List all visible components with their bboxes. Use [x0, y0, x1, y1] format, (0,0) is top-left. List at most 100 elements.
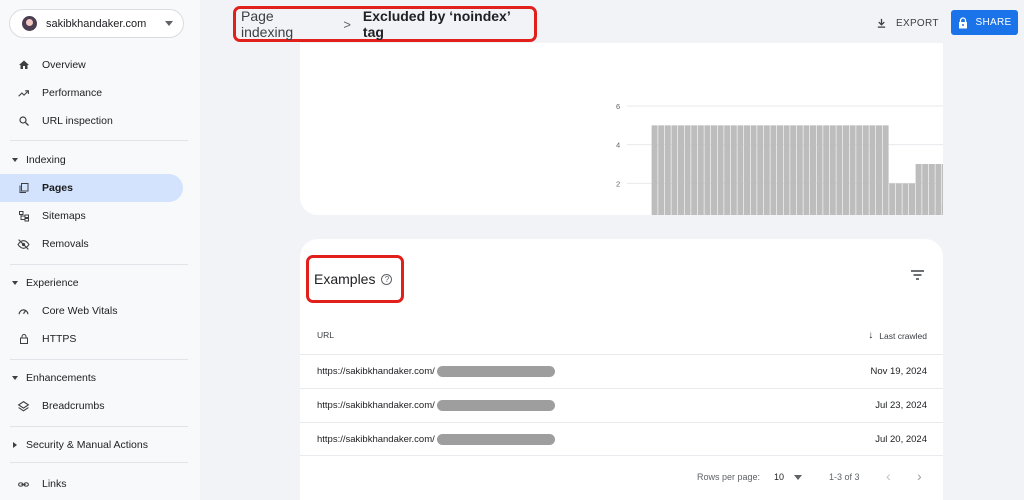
chart-bar[interactable]: [790, 125, 797, 215]
chart-bar[interactable]: [915, 164, 922, 215]
table-row[interactable]: https://sakibkhandaker.com/ Nov 19, 2024: [300, 354, 943, 388]
divider: [10, 426, 188, 427]
chart-bar[interactable]: [803, 125, 810, 215]
export-button[interactable]: EXPORT: [876, 12, 939, 34]
sidebar: sakibkhandaker.com Overview Performance …: [0, 0, 200, 500]
url-text: https://sakibkhandaker.com/: [317, 434, 435, 445]
chart-bar[interactable]: [796, 125, 803, 215]
chart-bar[interactable]: [816, 125, 823, 215]
breadcrumb-parent[interactable]: Page indexing: [241, 8, 329, 40]
prev-page-icon[interactable]: ‹: [886, 468, 891, 484]
caret-down-icon: [12, 376, 18, 380]
section-label: Security & Manual Actions: [26, 439, 148, 451]
section-label: Indexing: [26, 154, 66, 166]
chart-bar[interactable]: [783, 125, 790, 215]
table-row[interactable]: https://sakibkhandaker.com/ Jul 23, 2024: [300, 388, 943, 422]
chart-bar[interactable]: [691, 125, 698, 215]
chart-bar[interactable]: [909, 183, 915, 215]
chart-bar[interactable]: [942, 164, 943, 215]
chart-bar[interactable]: [770, 125, 777, 215]
table-row[interactable]: https://sakibkhandaker.com/ Jul 20, 2024: [300, 422, 943, 456]
chart-bar[interactable]: [671, 125, 678, 215]
chart-bar[interactable]: [922, 164, 929, 215]
chart-bar[interactable]: [750, 125, 757, 215]
sidebar-item-performance[interactable]: Performance: [0, 79, 183, 107]
sidebar-item-url-inspection[interactable]: URL inspection: [0, 107, 183, 135]
chart-bar[interactable]: [651, 125, 658, 215]
chart-bar[interactable]: [856, 125, 863, 215]
section-experience[interactable]: Experience: [0, 273, 79, 293]
sidebar-item-links[interactable]: Links: [0, 470, 183, 498]
chart-bar[interactable]: [823, 125, 830, 215]
section-security[interactable]: Security & Manual Actions: [0, 435, 148, 455]
chart-bar[interactable]: [895, 183, 902, 215]
chart-bar[interactable]: [757, 125, 764, 215]
chevron-down-icon[interactable]: [794, 475, 802, 480]
links-icon: [17, 478, 30, 491]
help-icon[interactable]: ?: [381, 273, 393, 285]
chart-bar[interactable]: [711, 125, 717, 215]
section-enhancements[interactable]: Enhancements: [0, 368, 96, 388]
column-header-last-crawled[interactable]: ↓ Last crawled: [868, 330, 927, 341]
chart-bar[interactable]: [763, 125, 770, 215]
chart-bar[interactable]: [889, 183, 896, 215]
chart-bar[interactable]: [849, 125, 856, 215]
examples-heading: Examples ?: [306, 255, 404, 303]
chart-bar[interactable]: [678, 125, 684, 215]
breadcrumb: Page indexing > Excluded by ‘noindex’ ta…: [233, 6, 537, 42]
chart-bar[interactable]: [737, 125, 744, 215]
sidebar-item-core-web-vitals[interactable]: Core Web Vitals: [0, 297, 183, 325]
chart-bar[interactable]: [810, 125, 816, 215]
sidebar-item-sitemaps[interactable]: Sitemaps: [0, 202, 183, 230]
chart-bar[interactable]: [935, 164, 942, 215]
sidebar-item-label: Links: [42, 478, 67, 490]
chart-bar[interactable]: [902, 183, 909, 215]
chart-bar[interactable]: [876, 125, 882, 215]
home-icon: [17, 59, 30, 72]
gauge-icon: [17, 305, 30, 318]
chart-bar[interactable]: [684, 125, 691, 215]
property-selector[interactable]: sakibkhandaker.com: [9, 9, 184, 38]
download-icon: [877, 18, 886, 28]
chart-bar[interactable]: [730, 125, 737, 215]
sidebar-item-label: Performance: [42, 87, 103, 99]
row-date: Nov 19, 2024: [870, 366, 927, 377]
chart-bar[interactable]: [664, 125, 671, 215]
sidebar-item-overview[interactable]: Overview: [0, 51, 183, 79]
next-page-icon[interactable]: ›: [917, 468, 922, 484]
sidebar-item-pages[interactable]: Pages: [0, 174, 183, 202]
layers-icon: [17, 400, 30, 413]
divider: [10, 462, 188, 463]
search-icon: [17, 115, 30, 128]
sidebar-item-label: URL inspection: [42, 115, 113, 127]
sidebar-item-removals[interactable]: Removals: [0, 230, 183, 258]
row-url: https://sakibkhandaker.com/: [317, 366, 555, 377]
eye-off-icon: [17, 238, 30, 251]
sidebar-item-label: Core Web Vitals: [42, 305, 118, 317]
chart-bar[interactable]: [717, 125, 724, 215]
chart-bar[interactable]: [928, 164, 935, 215]
chart-bar[interactable]: [658, 125, 665, 215]
column-header-url[interactable]: URL: [317, 330, 334, 340]
chart-bar[interactable]: [843, 125, 849, 215]
sidebar-item-https[interactable]: HTTPS: [0, 325, 183, 353]
rows-per-page-select[interactable]: 10: [774, 472, 784, 482]
column-label: Last crawled: [879, 330, 927, 341]
chart-bar[interactable]: [704, 125, 711, 215]
chart-bar[interactable]: [882, 125, 889, 215]
chart-bar[interactable]: [777, 125, 783, 215]
row-url: https://sakibkhandaker.com/: [317, 434, 555, 445]
sidebar-item-breadcrumbs[interactable]: Breadcrumbs: [0, 392, 183, 420]
url-text: https://sakibkhandaker.com/: [317, 366, 435, 377]
chart-bar[interactable]: [697, 125, 704, 215]
chart-bar[interactable]: [836, 125, 843, 215]
chart-bar[interactable]: [829, 125, 836, 215]
chart-bar[interactable]: [869, 125, 876, 215]
share-button[interactable]: SHARE: [951, 10, 1018, 35]
section-indexing[interactable]: Indexing: [0, 150, 66, 170]
chart-bar[interactable]: [862, 125, 869, 215]
chart-bar[interactable]: [724, 125, 731, 215]
divider: [10, 140, 188, 141]
chart-bar[interactable]: [744, 125, 750, 215]
filter-icon[interactable]: [910, 269, 925, 281]
